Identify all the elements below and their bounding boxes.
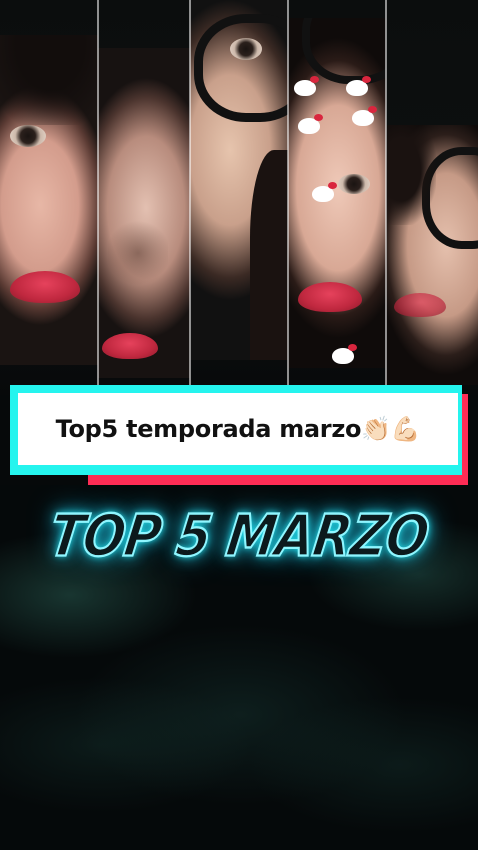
neon-title: TOP 5 MARZO	[44, 502, 433, 571]
photo-collage	[0, 0, 478, 395]
strip-divider	[189, 0, 191, 390]
strip-divider	[287, 0, 289, 390]
portrait-strip-5	[386, 125, 478, 385]
smoke-background: TOP 5 MARZO	[0, 485, 478, 850]
portrait-strip-3	[190, 0, 288, 360]
portrait-strip-1	[0, 35, 98, 365]
strip-divider	[385, 0, 387, 390]
portrait-strip-4	[288, 18, 386, 368]
strip-divider	[97, 0, 99, 390]
caption-text: Top5 temporada marzo👏🏻💪🏻	[55, 415, 421, 443]
caption-box: Top5 temporada marzo👏🏻💪🏻	[18, 393, 458, 465]
caption-banner: Top5 temporada marzo👏🏻💪🏻	[10, 385, 468, 485]
portrait-strip-2	[98, 48, 190, 378]
